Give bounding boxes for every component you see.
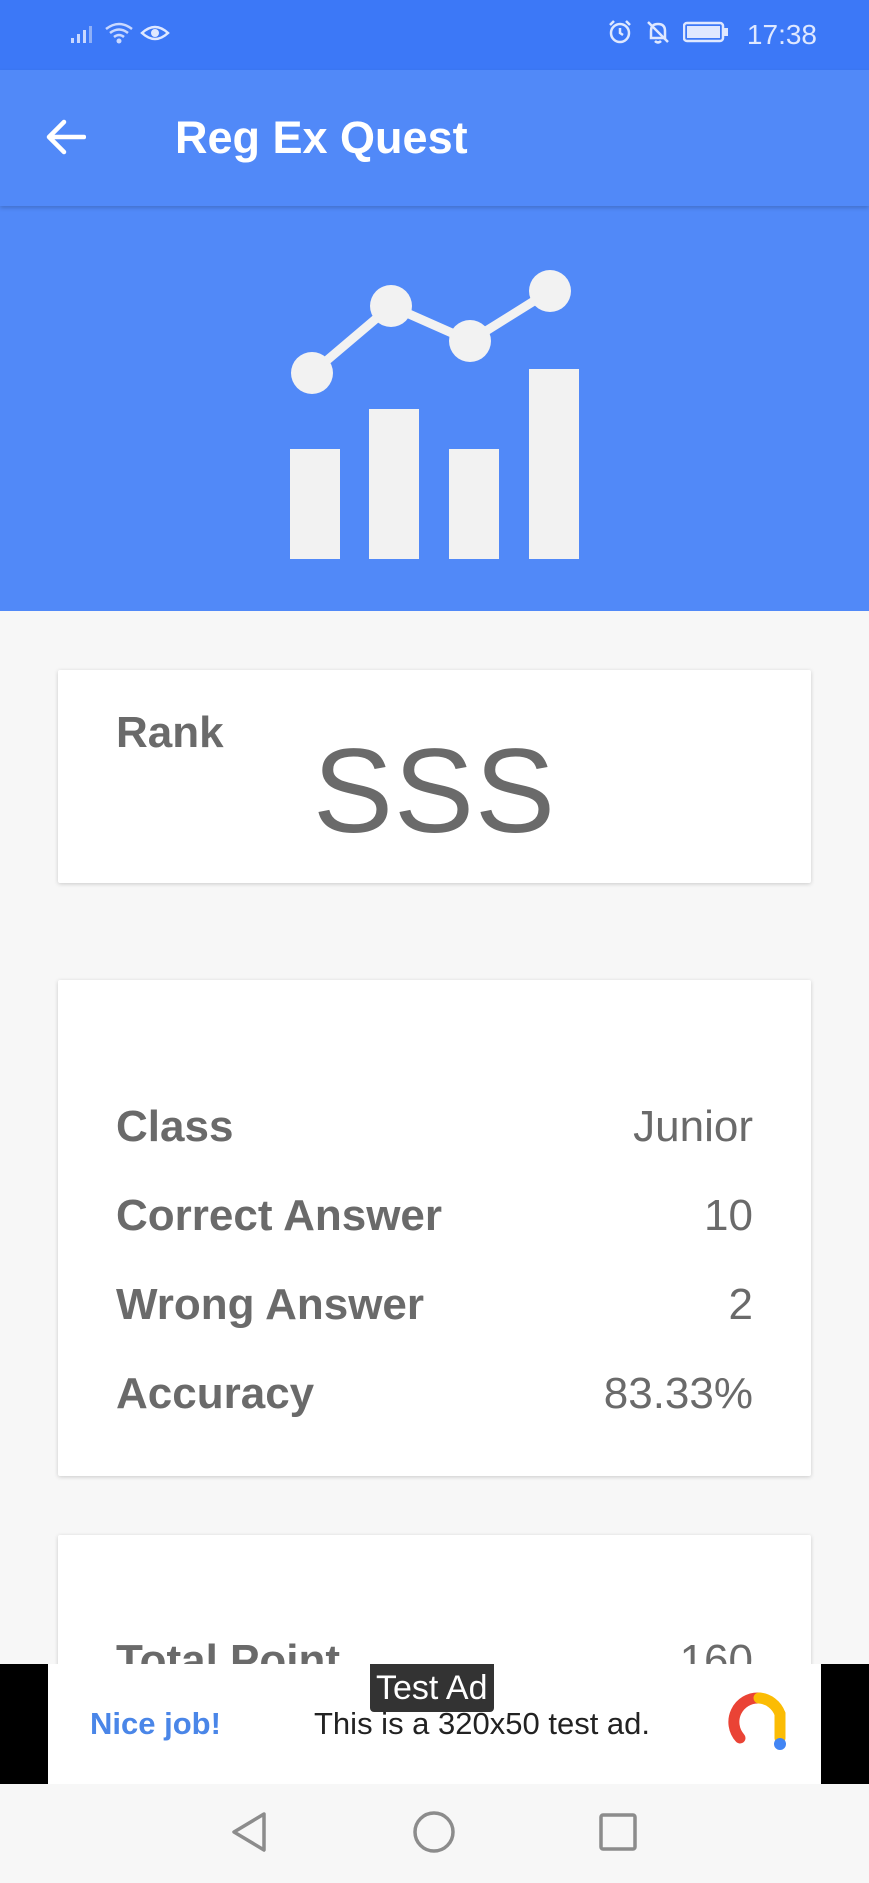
wrong-answer-value: 2 (728, 1280, 753, 1329)
nav-home-button[interactable] (406, 1806, 462, 1862)
nav-recents-icon (598, 1812, 638, 1857)
rank-card: Rank SSS (58, 670, 811, 883)
eye-icon (140, 21, 170, 50)
accuracy-label: Accuracy (116, 1369, 315, 1418)
system-nav-bar (0, 1784, 869, 1883)
bell-off-icon (645, 19, 671, 52)
signal-icon (70, 22, 98, 49)
class-value: Junior (633, 1102, 753, 1151)
stats-card: Class Junior Correct Answer 10 Wrong Ans… (58, 980, 811, 1476)
nav-back-icon (228, 1810, 268, 1859)
correct-answer-label: Correct Answer (116, 1191, 443, 1240)
ad-headline[interactable]: Nice job! (90, 1706, 221, 1742)
back-button[interactable] (30, 108, 100, 170)
status-bar: 17:38 (0, 0, 869, 70)
hero-banner (0, 206, 869, 611)
stat-row-correct: Correct Answer 10 (116, 1186, 753, 1246)
adsense-logo-icon[interactable] (728, 1692, 790, 1759)
status-time: 17:38 (746, 19, 817, 50)
ad-banner[interactable]: Nice job! This is a 320x50 test ad. Test… (0, 1664, 869, 1784)
nav-back-button[interactable] (220, 1806, 276, 1862)
stat-row-class: Class Junior (116, 1097, 753, 1157)
wifi-icon (104, 21, 134, 50)
correct-answer-value: 10 (704, 1191, 753, 1240)
arrow-left-icon (44, 119, 87, 160)
stat-row-accuracy: Accuracy 83.33% (116, 1364, 753, 1424)
test-ad-badge: Test Ad (370, 1664, 494, 1712)
page-title: Reg Ex Quest (175, 112, 468, 163)
nav-recents-button[interactable] (590, 1806, 646, 1862)
status-right-icons: 17:38 (607, 18, 817, 52)
rank-value: SSS (312, 724, 557, 858)
alarm-icon (607, 19, 633, 52)
nav-home-icon (412, 1810, 456, 1859)
status-left-icons (70, 20, 170, 50)
app-bar: Reg Ex Quest (0, 70, 869, 206)
accuracy-value: 83.33% (603, 1369, 753, 1418)
battery-icon (682, 19, 729, 51)
class-label: Class (116, 1102, 234, 1151)
stat-row-wrong: Wrong Answer 2 (116, 1275, 753, 1335)
wrong-answer-label: Wrong Answer (116, 1280, 425, 1329)
